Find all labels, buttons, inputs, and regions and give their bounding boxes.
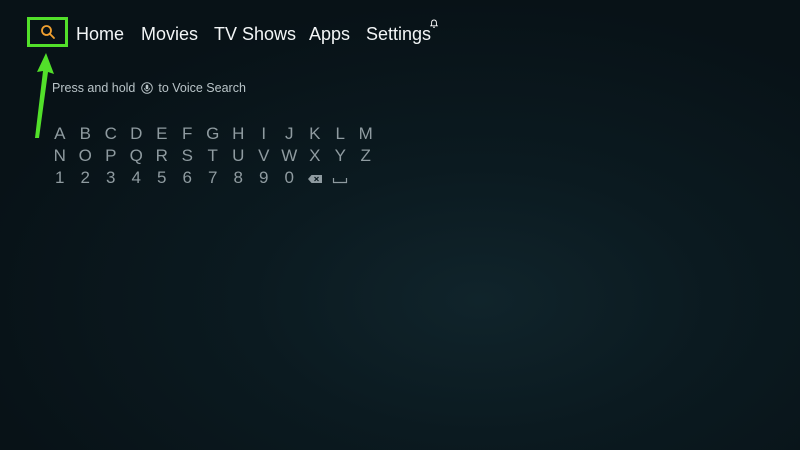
key-c[interactable]: C [98,123,124,145]
key-a[interactable]: A [47,123,73,145]
nav-home[interactable]: Home [76,22,124,46]
key-x[interactable]: X [302,145,328,167]
onscreen-keyboard: A B C D E F G H I J K L M N O P Q R S T … [47,123,379,189]
key-1[interactable]: 1 [47,167,73,189]
key-s[interactable]: S [175,145,201,167]
key-t[interactable]: T [200,145,226,167]
key-6[interactable]: 6 [175,167,201,189]
key-h[interactable]: H [226,123,252,145]
key-m[interactable]: M [353,123,379,145]
key-5[interactable]: 5 [149,167,175,189]
key-i[interactable]: I [251,123,277,145]
key-y[interactable]: Y [328,145,354,167]
key-0[interactable]: 0 [277,167,303,189]
key-r[interactable]: R [149,145,175,167]
key-7[interactable]: 7 [200,167,226,189]
microphone-icon [141,82,153,94]
key-8[interactable]: 8 [226,167,252,189]
key-f[interactable]: F [175,123,201,145]
search-icon [40,25,55,39]
key-e[interactable]: E [149,123,175,145]
key-g[interactable]: G [200,123,226,145]
top-navigation: Home Movies TV Shows Apps Settings [0,0,800,70]
backspace-icon [307,174,322,183]
key-w[interactable]: W [277,145,303,167]
keyboard-row-letters-n-z: N O P Q R S T U V W X Y Z [47,145,379,167]
key-n[interactable]: N [47,145,73,167]
key-3[interactable]: 3 [98,167,124,189]
nav-apps[interactable]: Apps [309,22,350,46]
keyboard-row-letters-a-m: A B C D E F G H I J K L M [47,123,379,145]
nav-movies[interactable]: Movies [141,22,198,46]
key-space[interactable] [328,167,354,189]
search-tab[interactable] [27,17,68,47]
key-b[interactable]: B [73,123,99,145]
key-4[interactable]: 4 [124,167,150,189]
keyboard-row-digits: 1 2 3 4 5 6 7 8 9 0 [47,167,379,189]
nav-tv-shows[interactable]: TV Shows [214,22,296,46]
key-p[interactable]: P [98,145,124,167]
voice-hint-text-end: to Voice Search [158,81,246,95]
key-d[interactable]: D [124,123,150,145]
voice-hint-text-start: Press and hold [52,81,136,95]
key-u[interactable]: U [226,145,252,167]
nav-settings[interactable]: Settings [366,22,431,46]
key-o[interactable]: O [73,145,99,167]
key-j[interactable]: J [277,123,303,145]
key-delete[interactable] [302,167,328,189]
key-9[interactable]: 9 [251,167,277,189]
key-2[interactable]: 2 [73,167,99,189]
key-q[interactable]: Q [124,145,150,167]
key-v[interactable]: V [251,145,277,167]
space-bar-icon [333,177,348,183]
key-z[interactable]: Z [353,145,379,167]
key-l[interactable]: L [328,123,354,145]
key-k[interactable]: K [302,123,328,145]
voice-search-hint: Press and hold to Voice Search [52,80,246,96]
notification-bell-icon [430,19,438,28]
